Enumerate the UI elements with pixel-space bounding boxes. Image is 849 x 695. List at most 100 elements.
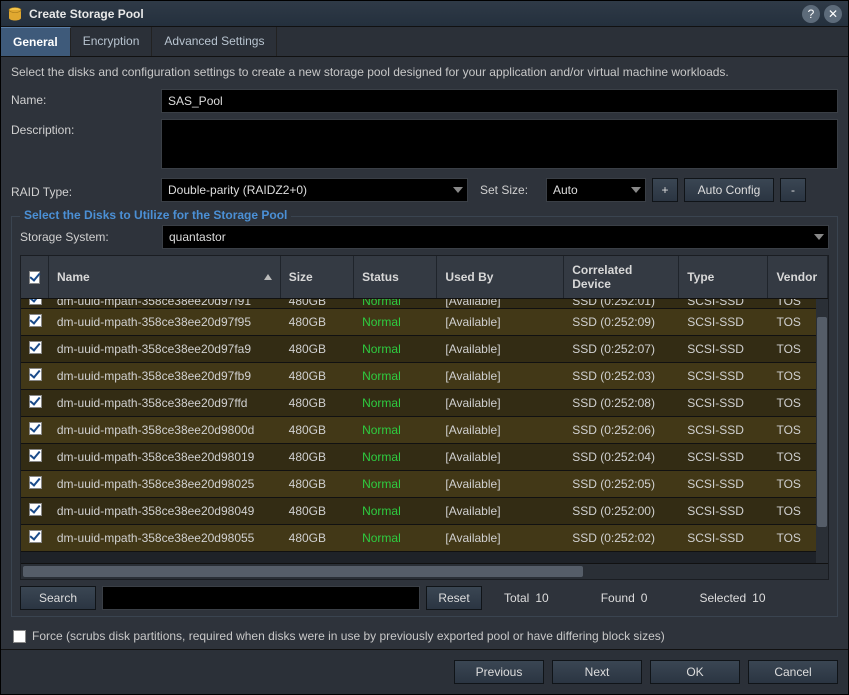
cell-size: 480GB <box>281 531 354 545</box>
raid-type-value: Double-parity (RAIDZ2+0) <box>168 183 307 197</box>
raid-label: RAID Type: <box>11 181 161 199</box>
cell-used-by: [Available] <box>437 342 564 356</box>
cell-size: 480GB <box>281 369 354 383</box>
name-label: Name: <box>11 89 161 107</box>
tab-advanced[interactable]: Advanced Settings <box>152 27 277 56</box>
storage-system-select[interactable]: quantastor <box>162 225 829 249</box>
cancel-button[interactable]: Cancel <box>748 660 838 684</box>
cell-status: Normal <box>354 423 437 437</box>
close-button[interactable]: ✕ <box>824 5 842 23</box>
header-status[interactable]: Status <box>354 256 437 298</box>
name-input[interactable] <box>161 89 838 113</box>
cell-type: SCSI-SSD <box>679 396 768 410</box>
cell-used-by: [Available] <box>437 531 564 545</box>
chevron-down-icon <box>453 187 463 193</box>
row-checkbox[interactable] <box>21 341 49 357</box>
cell-correlated: SSD (0:252:00) <box>564 504 679 518</box>
vertical-scrollbar[interactable] <box>816 299 828 563</box>
cell-type: SCSI-SSD <box>679 315 768 329</box>
scrollbar-thumb[interactable] <box>817 317 827 527</box>
found-label: Found0 <box>601 591 648 605</box>
header-correlated[interactable]: Correlated Device <box>564 256 679 298</box>
chevron-down-icon <box>814 234 824 240</box>
header-vendor[interactable]: Vendor <box>768 256 828 298</box>
cell-name: dm-uuid-mpath-358ce38ee20d97f91 <box>49 299 281 308</box>
cell-correlated: SSD (0:252:03) <box>564 369 679 383</box>
cell-status: Normal <box>354 450 437 464</box>
force-label: Force (scrubs disk partitions, required … <box>32 629 665 643</box>
table-row[interactable]: dm-uuid-mpath-358ce38ee20d97f91480GBNorm… <box>21 299 828 309</box>
tab-general[interactable]: General <box>1 27 71 56</box>
previous-button[interactable]: Previous <box>454 660 544 684</box>
table-row[interactable]: dm-uuid-mpath-358ce38ee20d98049480GBNorm… <box>21 498 828 525</box>
header-name[interactable]: Name <box>49 256 281 298</box>
cell-used-by: [Available] <box>437 477 564 491</box>
table-row[interactable]: dm-uuid-mpath-358ce38ee20d97fa9480GBNorm… <box>21 336 828 363</box>
row-checkbox[interactable] <box>21 422 49 438</box>
cell-name: dm-uuid-mpath-358ce38ee20d97fa9 <box>49 342 281 356</box>
table-row[interactable]: dm-uuid-mpath-358ce38ee20d98019480GBNorm… <box>21 444 828 471</box>
intro-text: Select the disks and configuration setti… <box>11 65 838 79</box>
table-row[interactable]: dm-uuid-mpath-358ce38ee20d97ffd480GBNorm… <box>21 390 828 417</box>
row-checkbox[interactable] <box>21 368 49 384</box>
cell-name: dm-uuid-mpath-358ce38ee20d97ffd <box>49 396 281 410</box>
setsize-select[interactable]: Auto <box>546 178 646 202</box>
cell-size: 480GB <box>281 299 354 308</box>
create-storage-pool-dialog: Create Storage Pool ? ✕ General Encrypti… <box>0 0 849 695</box>
cell-used-by: [Available] <box>437 369 564 383</box>
total-label: Total10 <box>504 591 549 605</box>
cell-used-by: [Available] <box>437 450 564 464</box>
header-type[interactable]: Type <box>679 256 768 298</box>
cell-type: SCSI-SSD <box>679 450 768 464</box>
search-input[interactable] <box>102 586 420 610</box>
ok-button[interactable]: OK <box>650 660 740 684</box>
header-checkbox[interactable] <box>21 256 49 298</box>
row-checkbox[interactable] <box>21 530 49 546</box>
cell-type: SCSI-SSD <box>679 531 768 545</box>
cell-correlated: SSD (0:252:02) <box>564 531 679 545</box>
cell-status: Normal <box>354 531 437 545</box>
cell-correlated: SSD (0:252:05) <box>564 477 679 491</box>
tab-bar: General Encryption Advanced Settings <box>1 27 848 57</box>
cell-size: 480GB <box>281 315 354 329</box>
row-checkbox[interactable] <box>21 449 49 465</box>
cell-name: dm-uuid-mpath-358ce38ee20d98019 <box>49 450 281 464</box>
cell-type: SCSI-SSD <box>679 299 768 308</box>
tab-encryption[interactable]: Encryption <box>71 27 153 56</box>
row-checkbox[interactable] <box>21 299 49 308</box>
reset-button[interactable]: Reset <box>426 586 482 610</box>
dialog-footer: Previous Next OK Cancel <box>1 649 848 694</box>
cell-used-by: [Available] <box>437 299 564 308</box>
row-checkbox[interactable] <box>21 476 49 492</box>
cell-size: 480GB <box>281 423 354 437</box>
grid-body[interactable]: dm-uuid-mpath-358ce38ee20d97f91480GBNorm… <box>21 299 828 563</box>
setsize-plus-button[interactable]: + <box>652 178 678 202</box>
table-row[interactable]: dm-uuid-mpath-358ce38ee20d98055480GBNorm… <box>21 525 828 552</box>
cell-size: 480GB <box>281 504 354 518</box>
force-checkbox[interactable] <box>13 630 26 643</box>
setsize-minus-button[interactable]: - <box>780 178 806 202</box>
table-row[interactable]: dm-uuid-mpath-358ce38ee20d9800d480GBNorm… <box>21 417 828 444</box>
row-checkbox[interactable] <box>21 503 49 519</box>
cell-name: dm-uuid-mpath-358ce38ee20d98055 <box>49 531 281 545</box>
header-size[interactable]: Size <box>281 256 354 298</box>
cell-type: SCSI-SSD <box>679 369 768 383</box>
search-button[interactable]: Search <box>20 586 96 610</box>
row-checkbox[interactable] <box>21 395 49 411</box>
scrollbar-thumb[interactable] <box>23 566 583 577</box>
cell-size: 480GB <box>281 477 354 491</box>
help-button[interactable]: ? <box>802 5 820 23</box>
description-input[interactable] <box>161 119 838 169</box>
fieldset-legend: Select the Disks to Utilize for the Stor… <box>20 208 291 222</box>
raid-type-select[interactable]: Double-parity (RAIDZ2+0) <box>161 178 468 202</box>
table-row[interactable]: dm-uuid-mpath-358ce38ee20d98025480GBNorm… <box>21 471 828 498</box>
table-row[interactable]: dm-uuid-mpath-358ce38ee20d97f95480GBNorm… <box>21 309 828 336</box>
row-checkbox[interactable] <box>21 314 49 330</box>
next-button[interactable]: Next <box>552 660 642 684</box>
cell-name: dm-uuid-mpath-358ce38ee20d9800d <box>49 423 281 437</box>
auto-config-button[interactable]: Auto Config <box>684 178 774 202</box>
storage-system-value: quantastor <box>169 230 226 244</box>
header-used-by[interactable]: Used By <box>437 256 564 298</box>
table-row[interactable]: dm-uuid-mpath-358ce38ee20d97fb9480GBNorm… <box>21 363 828 390</box>
horizontal-scrollbar[interactable] <box>21 563 828 579</box>
